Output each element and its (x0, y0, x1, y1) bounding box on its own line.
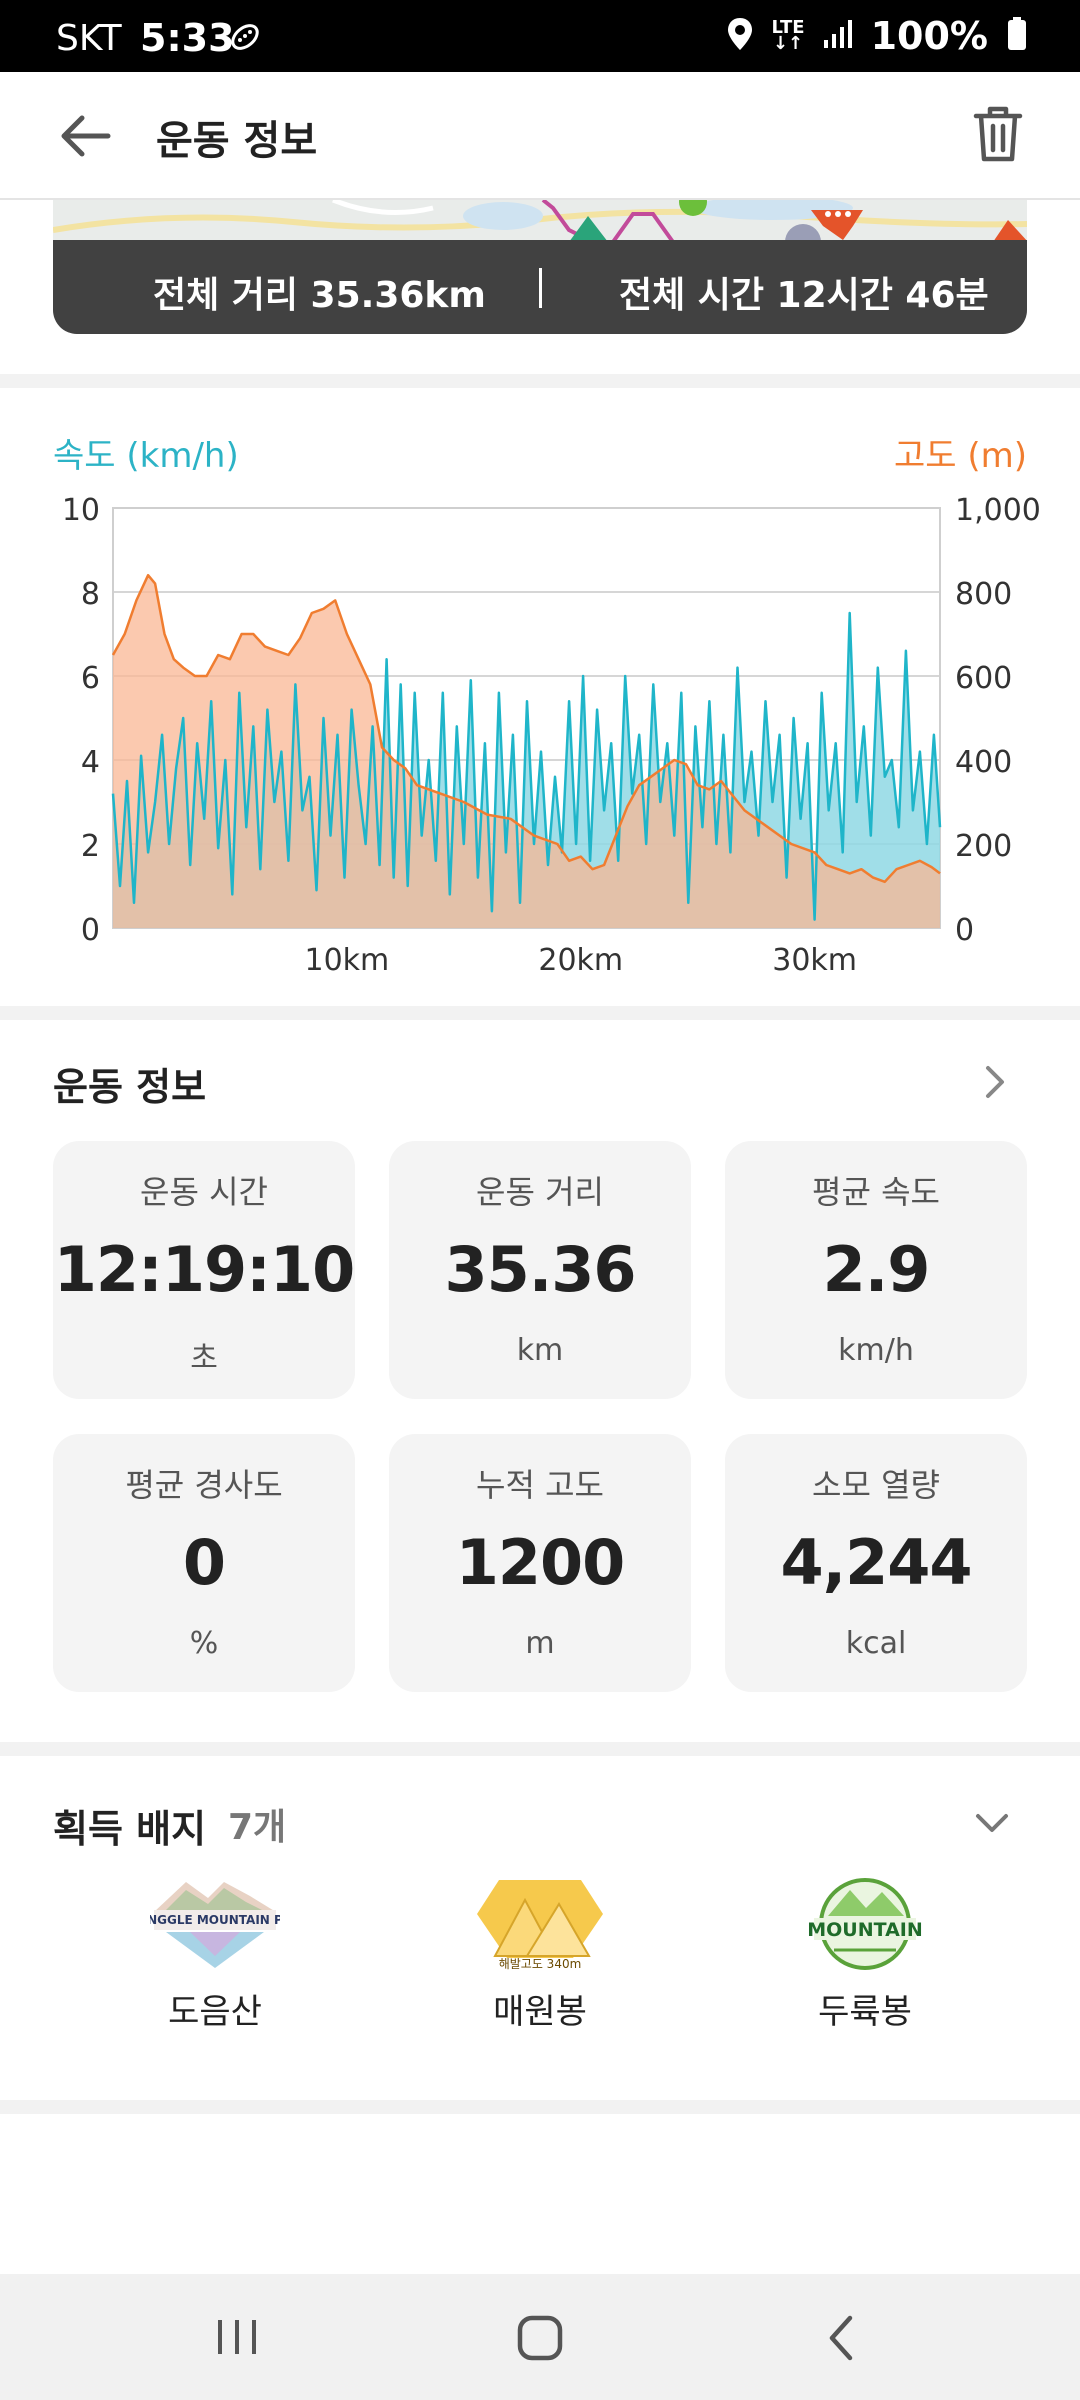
section-divider (0, 1006, 1080, 1020)
stat-card-duration: 운동 시간 12:19:10 초 (53, 1141, 355, 1399)
stat-label: 누적 고도 (476, 1466, 604, 1504)
total-distance: 전체 거리 35.36km (153, 275, 486, 316)
trash-icon[interactable] (972, 104, 1024, 164)
stat-card-avg-speed: 평균 속도 2.9 km/h (725, 1141, 1027, 1399)
stat-card-calories: 소모 열량 4,244 kcal (725, 1434, 1027, 1692)
battery-icon (1006, 16, 1028, 56)
stat-card-elevation-gain: 누적 고도 1200 m (389, 1434, 691, 1692)
badge-item[interactable]: 해발고도 340m 매원봉 (430, 1878, 650, 2033)
section-divider (0, 1742, 1080, 1756)
badge-item[interactable]: MOUNTAIN 두륙봉 (755, 1878, 975, 2033)
badge-item[interactable]: TRANGGLE MOUNTAIN PEAK 도음산 (105, 1878, 325, 2033)
stat-label: 운동 시간 (140, 1173, 268, 1211)
stat-label: 운동 거리 (476, 1173, 604, 1211)
total-duration: 전체 시간 12시간 46분 (619, 275, 989, 316)
y-right-tick-label: 0 (955, 913, 974, 948)
chevron-right-icon[interactable] (974, 1062, 1014, 1102)
y-left-tick-label: 6 (81, 661, 100, 696)
section-divider (0, 374, 1080, 388)
back-nav-icon[interactable] (822, 2312, 862, 2368)
badges-section-title: 획득 배지 (53, 1807, 207, 1851)
workout-section-title: 운동 정보 (53, 1065, 207, 1109)
y-left-tick-label: 4 (81, 745, 100, 780)
x-tick-label: 20km (538, 943, 623, 978)
x-tick-label: 30km (772, 943, 857, 978)
stat-value: 12:19:10 (53, 1233, 355, 1306)
home-icon[interactable] (514, 2312, 566, 2368)
x-tick-label: 10km (304, 943, 389, 978)
summary-divider (539, 268, 542, 308)
y-left-tick-label: 8 (81, 577, 100, 612)
stat-unit: m (525, 1626, 555, 1661)
stat-value: 2.9 (822, 1233, 931, 1306)
location-icon (726, 16, 754, 56)
badge-peak-icon: TRANGGLE MOUNTAIN PEAK (120, 1878, 310, 1970)
summary-bar: 전체 거리 35.36km 전체 시간 12시간 46분 (53, 240, 1027, 334)
recent-apps-icon[interactable] (212, 2314, 262, 2364)
stat-value: 4,244 (780, 1526, 972, 1599)
badge-name: 도음산 (168, 1992, 262, 2032)
y-left-tick-label: 0 (81, 913, 100, 948)
stat-label: 평균 속도 (812, 1173, 940, 1211)
y-right-tick-label: 400 (955, 745, 1012, 780)
y-left-tick-label: 2 (81, 829, 100, 864)
stat-value: 35.36 (444, 1233, 636, 1306)
stat-unit: % (189, 1626, 219, 1661)
system-nav-bar (0, 2274, 1080, 2400)
badge-pyramid-icon: 해발고도 340m (475, 1878, 605, 1971)
activity-icon (226, 18, 264, 64)
status-bar: SKT 5:33 LTE ↓↑ 100% (0, 0, 1080, 72)
stat-unit: km (516, 1333, 564, 1368)
network-type: LTE ↓↑ (771, 17, 805, 54)
route-map[interactable] (53, 200, 1027, 242)
section-divider (0, 2100, 1080, 2114)
stat-unit: kcal (845, 1626, 907, 1661)
badge-art-text: 해발고도 340m (499, 1957, 582, 1970)
stat-card-avg-slope: 평균 경사도 0 % (53, 1434, 355, 1692)
battery-level: 100% (870, 14, 988, 58)
y-right-tick-label: 200 (955, 829, 1012, 864)
stat-value: 1200 (455, 1526, 626, 1599)
stat-value: 0 (182, 1526, 226, 1599)
speed-altitude-chart: 0 2 4 6 8 10 0 200 400 600 800 1,000 10km 20km 30km (62, 493, 1041, 978)
stat-unit: km/h (838, 1333, 914, 1368)
badge-name: 두륙봉 (818, 1992, 912, 2032)
badge-mountain-icon: MOUNTAIN (800, 1878, 930, 1970)
stat-unit: 초 (190, 1341, 218, 1376)
y-right-tick-label: 800 (955, 577, 1012, 612)
stat-label: 평균 경사도 (125, 1466, 283, 1504)
chevron-down-icon[interactable] (972, 1802, 1012, 1842)
y-right-tick-label: 1,000 (955, 493, 1041, 528)
badge-count: 7개 (228, 1807, 287, 1848)
badge-art-text: MOUNTAIN (807, 1919, 923, 1941)
signal-icon (823, 18, 853, 54)
badge-art-text: TRANGGLE MOUNTAIN PEAK (150, 1913, 280, 1927)
y-left-tick-label: 10 (62, 493, 100, 528)
badge-name: 매원봉 (493, 1992, 587, 2032)
arrow-left-icon[interactable] (56, 108, 116, 164)
clock: 5:33 (140, 16, 235, 60)
app-bar: 운동 정보 (0, 72, 1080, 200)
page-title: 운동 정보 (156, 118, 318, 164)
carrier-label: SKT (56, 18, 122, 59)
stat-label: 소모 열량 (812, 1466, 940, 1504)
stat-card-distance: 운동 거리 35.36 km (389, 1141, 691, 1399)
y-right-tick-label: 600 (955, 661, 1012, 696)
network-label: LTE (771, 17, 805, 38)
